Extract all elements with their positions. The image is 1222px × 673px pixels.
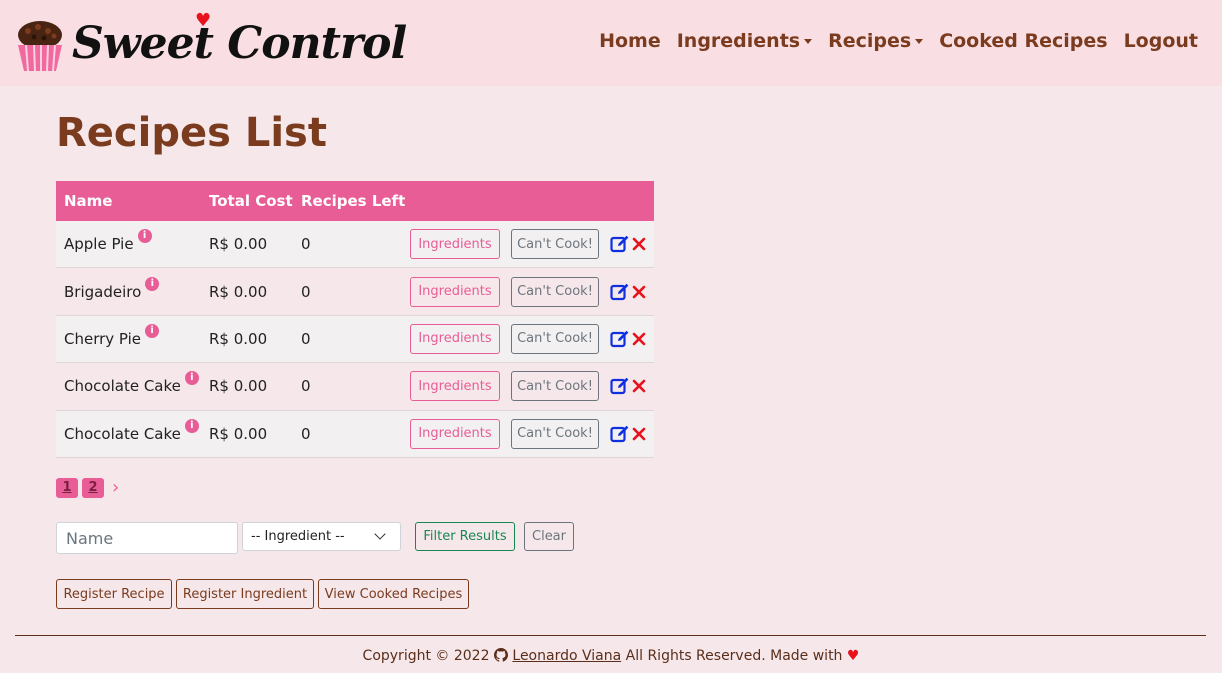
- heart-icon: ♥: [195, 10, 212, 31]
- recipes-left-cell: 0: [301, 329, 311, 348]
- edit-icon[interactable]: [610, 329, 630, 349]
- view-cooked-recipes-button[interactable]: View Cooked Recipes: [318, 579, 469, 609]
- recipe-name-cell: Cherry Pie i: [64, 323, 160, 348]
- ingredient-select[interactable]: -- Ingredient --: [242, 522, 401, 551]
- delete-icon[interactable]: [632, 237, 646, 251]
- table-header: Name Total Cost Recipes Left: [56, 181, 654, 221]
- cant-cook-button[interactable]: Can't Cook!: [511, 229, 599, 260]
- ingredients-button[interactable]: Ingredients: [410, 229, 500, 260]
- cant-cook-button[interactable]: Can't Cook!: [511, 276, 599, 307]
- table-row: Cherry Pie i R$ 0.00 0 Ingredients Can't …: [56, 315, 654, 364]
- info-icon[interactable]: i: [184, 371, 199, 386]
- footer: Copyright © 2022 Leonardo Viana All Righ…: [0, 648, 1222, 664]
- caret-down-icon: [804, 39, 813, 44]
- recipes-left-cell: 0: [301, 282, 311, 301]
- table-row: Chocolate Cake i R$ 0.00 0 Ingredients Ca…: [56, 363, 654, 411]
- recipe-name: Brigadeiro: [64, 282, 142, 301]
- pagination: 1 2 ›: [56, 478, 119, 498]
- recipe-name: Cherry Pie: [64, 329, 142, 348]
- cant-cook-button[interactable]: Can't Cook!: [511, 418, 599, 449]
- edit-icon[interactable]: [610, 424, 630, 444]
- total-cost-cell: R$ 0.00: [209, 235, 268, 254]
- ingredients-button[interactable]: Ingredients: [410, 418, 500, 449]
- recipe-name-cell: Brigadeiro i: [64, 276, 160, 301]
- nav-ingredients-dropdown[interactable]: Ingredients: [676, 30, 813, 52]
- nav-logout[interactable]: Logout: [1124, 30, 1198, 52]
- next-page-icon[interactable]: ›: [112, 479, 119, 497]
- recipe-name-cell: Apple Pie i: [64, 229, 152, 254]
- table-row: Apple Pie i R$ 0.00 0 Ingredients Can't C…: [56, 221, 654, 269]
- info-icon[interactable]: i: [145, 276, 160, 291]
- github-icon: [493, 648, 508, 662]
- recipe-name-cell: Chocolate Cake i: [64, 371, 199, 396]
- nav-home[interactable]: Home: [599, 30, 661, 52]
- register-ingredient-button[interactable]: Register Ingredient: [176, 579, 314, 609]
- heart-icon: ♥: [846, 648, 860, 664]
- recipe-name: Chocolate Cake: [64, 377, 181, 396]
- total-cost-cell: R$ 0.00: [209, 424, 268, 443]
- chevron-down-icon: [374, 528, 386, 540]
- recipes-left-cell: 0: [301, 424, 311, 443]
- recipe-name: Chocolate Cake: [64, 424, 181, 443]
- ingredients-button[interactable]: Ingredients: [410, 371, 500, 402]
- footer-divider: [15, 635, 1206, 636]
- nav-recipes-dropdown[interactable]: Recipes: [828, 30, 924, 52]
- ingredient-select-value: -- Ingredient --: [251, 529, 345, 544]
- register-recipe-button[interactable]: Register Recipe: [56, 579, 172, 609]
- footer-copyright: Copyright © 2022: [362, 648, 490, 664]
- delete-icon[interactable]: [632, 427, 646, 441]
- table-row: Chocolate Cake i R$ 0.00 0 Ingredients Ca…: [56, 410, 654, 458]
- edit-icon[interactable]: [610, 376, 630, 396]
- info-icon[interactable]: i: [137, 229, 152, 244]
- page-1-button[interactable]: 1: [56, 478, 78, 498]
- edit-icon[interactable]: [610, 234, 630, 254]
- cant-cook-button[interactable]: Can't Cook!: [511, 371, 599, 402]
- info-icon[interactable]: i: [184, 418, 199, 433]
- total-cost-cell: R$ 0.00: [209, 377, 268, 396]
- ingredients-button[interactable]: Ingredients: [410, 276, 500, 307]
- delete-icon[interactable]: [632, 379, 646, 393]
- header-total-cost: Total Cost: [209, 192, 293, 210]
- total-cost-cell: R$ 0.00: [209, 329, 268, 348]
- navbar: Sweet Control ♥ Home Ingredients Recipes…: [0, 0, 1222, 86]
- author-link[interactable]: Leonardo Viana: [512, 648, 621, 664]
- recipes-table: Name Total Cost Recipes Left Apple Pie i …: [56, 181, 654, 458]
- header-name: Name: [64, 192, 113, 210]
- total-cost-cell: R$ 0.00: [209, 282, 268, 301]
- info-icon[interactable]: i: [145, 323, 160, 338]
- table-row: Brigadeiro i R$ 0.00 0 Ingredients Can't …: [56, 268, 654, 316]
- brand-name: Sweet Control: [72, 17, 407, 69]
- nav-recipes-label: Recipes: [828, 30, 912, 52]
- nav-ingredients-label: Ingredients: [676, 30, 801, 52]
- edit-icon[interactable]: [610, 282, 630, 302]
- filter-results-button[interactable]: Filter Results: [415, 522, 515, 551]
- caret-down-icon: [915, 39, 924, 44]
- cupcake-icon: [18, 21, 62, 72]
- recipe-name-cell: Chocolate Cake i: [64, 418, 199, 443]
- main-nav: Home Ingredients Recipes Cooked Recipes …: [583, 30, 1198, 52]
- brand-logo[interactable]: Sweet Control ♥: [14, 10, 407, 74]
- recipes-left-cell: 0: [301, 235, 311, 254]
- nav-cooked-recipes[interactable]: Cooked Recipes: [939, 30, 1107, 52]
- table-body: Apple Pie i R$ 0.00 0 Ingredients Can't C…: [56, 221, 654, 458]
- recipe-name: Apple Pie: [64, 235, 134, 254]
- clear-button[interactable]: Clear: [524, 522, 574, 551]
- name-search-input[interactable]: [56, 522, 238, 554]
- delete-icon[interactable]: [632, 285, 646, 299]
- recipes-left-cell: 0: [301, 377, 311, 396]
- header-recipes-left: Recipes Left: [301, 192, 406, 210]
- page-title: Recipes List: [56, 110, 327, 156]
- footer-rights: All Rights Reserved. Made with: [625, 648, 843, 664]
- ingredients-button[interactable]: Ingredients: [410, 323, 500, 354]
- page-2-button[interactable]: 2: [82, 478, 104, 498]
- cant-cook-button[interactable]: Can't Cook!: [511, 323, 599, 354]
- delete-icon[interactable]: [632, 332, 646, 346]
